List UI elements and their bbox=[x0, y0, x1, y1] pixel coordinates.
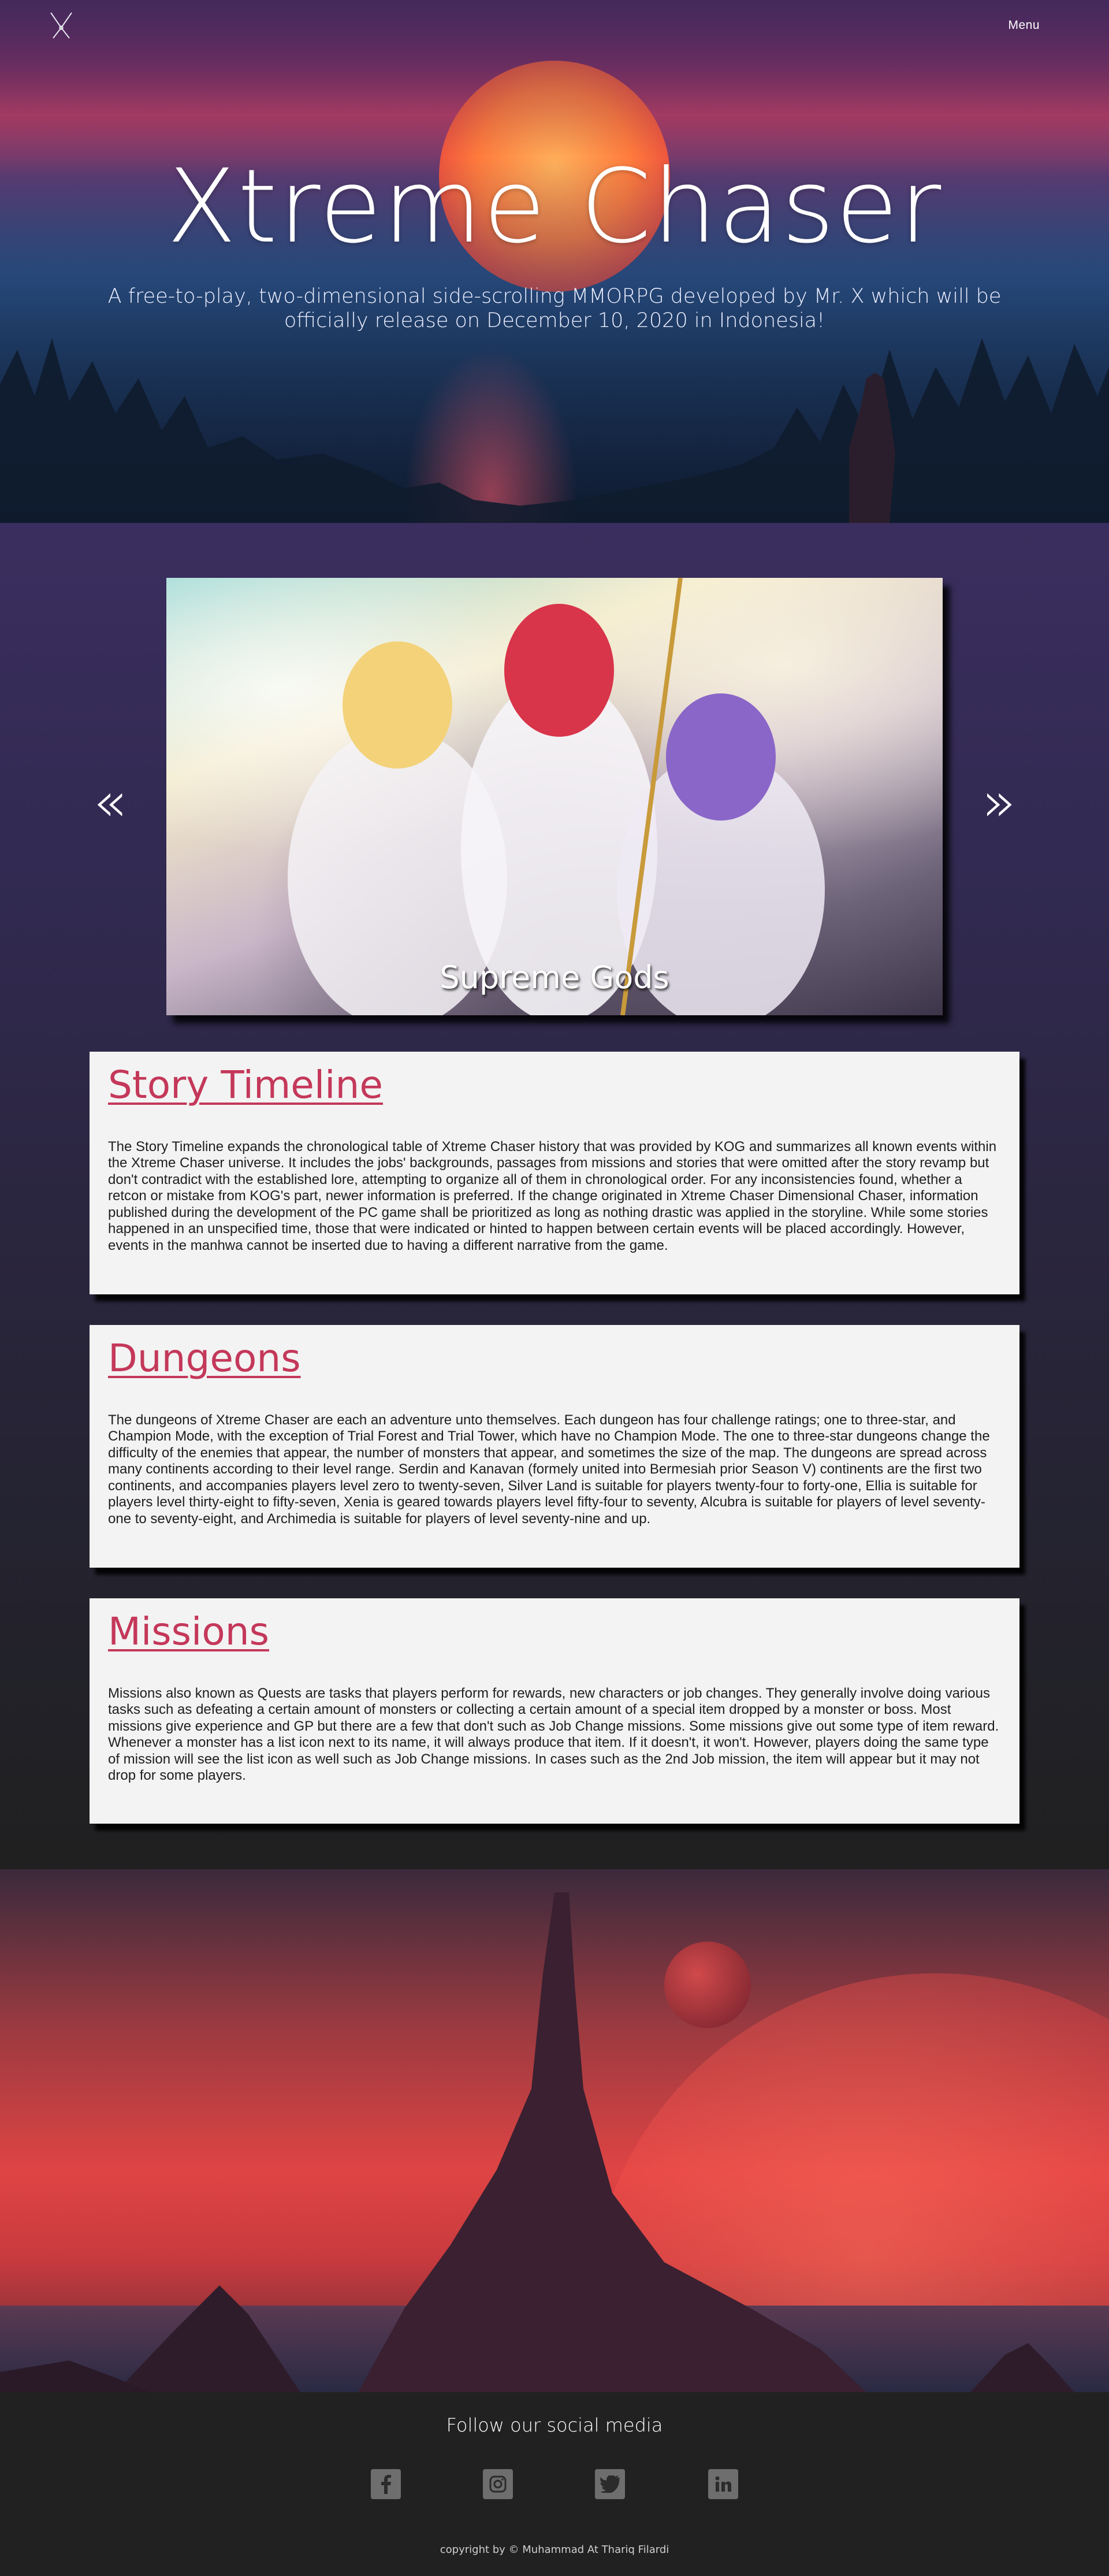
section-title[interactable]: Missions bbox=[108, 1610, 1001, 1653]
follow-heading: Follow our social media bbox=[446, 2414, 663, 2436]
copyright-text: copyright by © Muhammad At Thariq Filard… bbox=[440, 2544, 669, 2556]
double-chevron-left-icon[interactable]: « bbox=[92, 774, 126, 830]
carousel-caption: Supreme Gods bbox=[440, 959, 669, 996]
section-body: Missions also known as Quests are tasks … bbox=[108, 1685, 999, 1784]
anime-characters-illustration bbox=[288, 578, 825, 1015]
section-card-story-timeline: Story Timeline The Story Timeline expand… bbox=[90, 1052, 1019, 1294]
menu-link[interactable]: Menu bbox=[1008, 18, 1040, 32]
carousel-slide-image bbox=[166, 578, 943, 1015]
hero-forest-silhouette bbox=[0, 338, 1109, 523]
crossed-blades-logo-icon[interactable] bbox=[46, 10, 76, 40]
linkedin-icon[interactable] bbox=[708, 2469, 738, 2499]
instagram-icon[interactable] bbox=[483, 2469, 513, 2499]
double-chevron-right-icon[interactable]: » bbox=[982, 774, 1016, 830]
section-title[interactable]: Story Timeline bbox=[108, 1064, 1001, 1107]
section-body: The Story Timeline expands the chronolog… bbox=[108, 1138, 997, 1253]
section-card-dungeons: Dungeons The dungeons of Xtreme Chaser a… bbox=[90, 1325, 1019, 1568]
twitter-icon[interactable] bbox=[595, 2469, 625, 2499]
facebook-icon[interactable] bbox=[371, 2469, 401, 2499]
section-body: The dungeons of Xtreme Chaser are each a… bbox=[108, 1412, 990, 1527]
section-card-missions: Missions Missions also known as Quests a… bbox=[90, 1598, 1019, 1824]
hero-subtitle: A free-to-play, two-dimensional side-scr… bbox=[107, 285, 1002, 332]
landscape-banner bbox=[0, 1869, 1109, 2392]
section-title[interactable]: Dungeons bbox=[108, 1337, 1001, 1380]
hero-title: Xtreme Chaser bbox=[166, 147, 943, 266]
spire-rock-silhouette bbox=[0, 1892, 1074, 2392]
